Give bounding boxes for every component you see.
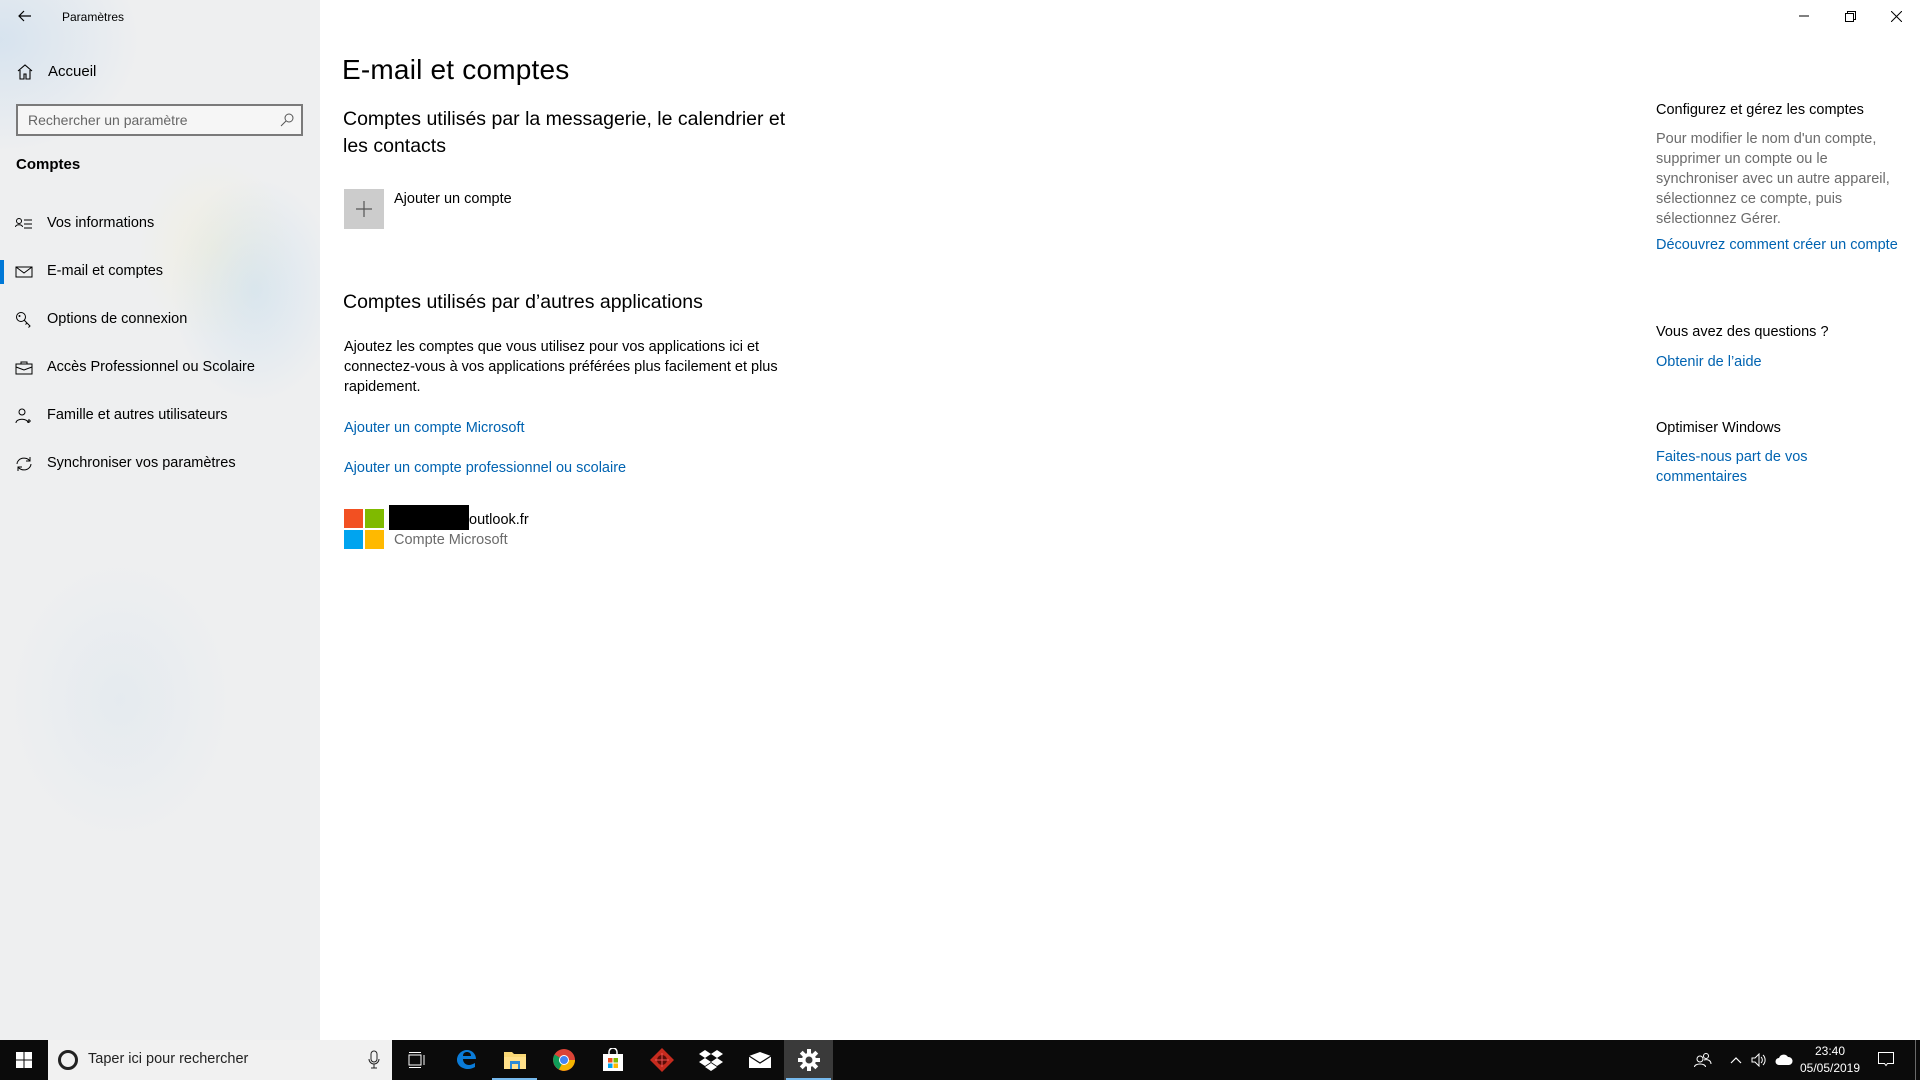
get-help-link[interactable]: Obtenir de l’aide	[1656, 352, 1901, 372]
redacted-username	[389, 505, 469, 530]
mail-app-icon	[748, 1052, 771, 1068]
section-heading-messaging: Comptes utilisés par la messagerie, le c…	[343, 108, 786, 157]
add-account-button[interactable]	[344, 189, 384, 229]
briefcase-icon	[15, 361, 33, 375]
key-icon	[16, 312, 31, 328]
notification-icon	[1878, 1052, 1894, 1067]
configure-text: Pour modifier le nom d'un compte, suppri…	[1656, 131, 1890, 227]
store-icon	[602, 1048, 623, 1071]
chrome-button[interactable]	[539, 1040, 588, 1080]
account-type: Compte Microsoft	[394, 532, 508, 548]
volume-icon	[1751, 1053, 1766, 1067]
chevron-up-icon	[1730, 1057, 1742, 1064]
onedrive-button[interactable]	[1772, 1040, 1796, 1080]
file-explorer-button[interactable]	[490, 1040, 539, 1080]
person-list-icon	[15, 218, 32, 229]
show-desktop-button[interactable]	[1915, 1040, 1916, 1080]
task-view-icon	[408, 1052, 424, 1068]
edge-icon	[456, 1050, 476, 1069]
sidebar-item-label: Options de connexion	[47, 311, 188, 327]
home-icon	[17, 64, 33, 80]
add-microsoft-account-link[interactable]: Ajouter un compte Microsoft	[344, 420, 525, 436]
optimize-heading: Optimiser Windows	[1656, 420, 1781, 436]
settings-app-button[interactable]	[784, 1040, 833, 1080]
close-button[interactable]	[1873, 0, 1919, 32]
microsoft-logo-icon	[344, 509, 384, 549]
game-app-button[interactable]	[637, 1040, 686, 1080]
sidebar: Paramètres Accueil Rechercher un paramèt…	[0, 0, 320, 1040]
mail-app-button[interactable]	[735, 1040, 784, 1080]
mail-icon	[15, 266, 33, 278]
clock-time: 23:40	[1814, 1044, 1846, 1058]
onedrive-cloud-icon	[1775, 1054, 1793, 1065]
account-email[interactable]: outlook.fr	[469, 512, 529, 528]
folder-icon	[503, 1052, 526, 1069]
search-placeholder: Rechercher un paramètre	[28, 112, 188, 128]
page-title: E-mail et comptes	[342, 54, 570, 85]
add-person-icon	[15, 408, 31, 424]
store-button[interactable]	[588, 1040, 637, 1080]
window-title: Paramètres	[62, 10, 125, 24]
windows-logo-icon	[16, 1052, 32, 1068]
action-center-button[interactable]	[1871, 1040, 1901, 1080]
start-button[interactable]	[0, 1040, 48, 1080]
restore-button[interactable]	[1827, 0, 1873, 32]
sidebar-home[interactable]: Accueil	[0, 60, 320, 84]
section-heading-other-apps: Comptes utilisés par d’autres applicatio…	[343, 291, 703, 313]
clock-date: 05/05/2019	[1799, 1061, 1861, 1075]
other-apps-description: Ajoutez les comptes que vous utilisez po…	[344, 339, 778, 395]
sidebar-home-label: Accueil	[48, 63, 97, 80]
sidebar-item-label: Accès Professionnel ou Scolaire	[47, 359, 255, 375]
clock[interactable]: 23:40 05/05/2019	[1795, 1043, 1865, 1077]
taskbar: Taper ici pour rechercher 23:40 05/05/20…	[0, 1040, 1920, 1080]
configure-heading: Configurez et gérez les comptes	[1656, 102, 1864, 118]
cortana-icon[interactable]	[58, 1050, 78, 1070]
sidebar-item-acces-professionnel[interactable]: Accès Professionnel ou Scolaire	[0, 350, 320, 386]
settings-search-input[interactable]: Rechercher un paramètre	[16, 104, 303, 136]
section-label: Comptes	[16, 156, 81, 173]
task-view-button[interactable]	[392, 1040, 441, 1080]
sidebar-item-email-comptes[interactable]: E-mail et comptes	[0, 254, 320, 290]
sidebar-item-label: Synchroniser vos paramètres	[47, 455, 236, 471]
taskbar-search-input[interactable]: Taper ici pour rechercher	[48, 1040, 392, 1080]
people-icon	[1694, 1053, 1712, 1068]
show-hidden-icons-button[interactable]	[1725, 1040, 1747, 1080]
plus-icon	[356, 201, 372, 217]
sidebar-item-vos-informations[interactable]: Vos informations	[0, 206, 320, 242]
taskbar-search-placeholder: Taper ici pour rechercher	[88, 1051, 249, 1067]
dropbox-button[interactable]	[686, 1040, 735, 1080]
add-work-account-link[interactable]: Ajouter un compte professionnel ou scola…	[344, 460, 626, 476]
people-button[interactable]	[1688, 1040, 1718, 1080]
sidebar-item-label: E-mail et comptes	[47, 263, 164, 279]
questions-heading: Vous avez des questions ?	[1656, 324, 1829, 340]
game-app-icon	[649, 1048, 674, 1072]
sidebar-item-label: Vos informations	[47, 215, 155, 231]
sidebar-item-label: Famille et autres utilisateurs	[47, 407, 228, 423]
gear-icon	[797, 1049, 820, 1071]
minimize-icon	[1799, 15, 1809, 17]
feedback-link[interactable]: Faites-nous part de vos commentaires	[1656, 447, 1856, 487]
sidebar-item-synchroniser[interactable]: Synchroniser vos paramètres	[0, 446, 320, 482]
sidebar-item-options-connexion[interactable]: Options de connexion	[0, 302, 320, 338]
edge-button[interactable]	[441, 1040, 490, 1080]
sidebar-item-famille[interactable]: Famille et autres utilisateurs	[0, 398, 320, 434]
back-arrow-icon	[18, 10, 31, 22]
sync-icon	[16, 457, 32, 471]
restore-icon	[1844, 10, 1856, 22]
dropbox-icon	[698, 1050, 723, 1071]
back-button[interactable]	[14, 5, 36, 27]
search-icon[interactable]	[279, 112, 295, 128]
volume-button[interactable]	[1748, 1040, 1770, 1080]
chrome-icon	[552, 1049, 575, 1071]
minimize-button[interactable]	[1781, 0, 1827, 32]
close-icon	[1890, 10, 1902, 22]
add-account-label[interactable]: Ajouter un compte	[394, 191, 512, 207]
microphone-icon[interactable]	[368, 1050, 380, 1070]
learn-create-account-link[interactable]: Découvrez comment créer un compte	[1656, 235, 1901, 255]
